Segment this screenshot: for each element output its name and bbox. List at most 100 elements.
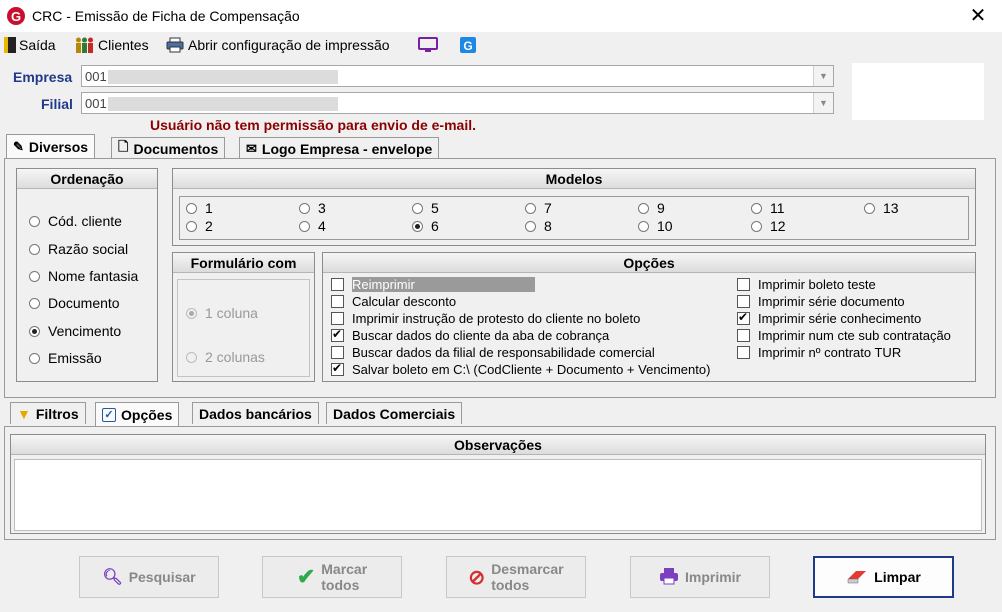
modelo-7-radio[interactable]: 7 (525, 200, 552, 216)
clients-people-icon (75, 37, 93, 53)
marcar-todos-button[interactable]: ✔ Marcar todos (262, 556, 402, 598)
observacoes-group: Observações (10, 434, 986, 534)
buscar-filial-comercial-checkbox[interactable]: Buscar dados da filial de responsabilida… (331, 344, 710, 361)
calcular-desconto-checkbox[interactable]: Calcular desconto (331, 293, 710, 310)
empresa-label: Empresa (13, 69, 73, 85)
close-window-button[interactable]: ✕ (966, 4, 990, 28)
buscar-cliente-cobranca-checkbox[interactable]: Buscar dados do cliente da aba de cobran… (331, 327, 710, 344)
opcoes-group: Opções Reimprimir Calcular desconto Impr… (322, 252, 976, 382)
svg-text:G: G (11, 9, 21, 24)
modelos-box: 1 3 5 7 9 11 13 2 4 6 8 10 12 (179, 196, 969, 240)
modelo-12-radio[interactable]: 12 (751, 218, 786, 234)
tab-documentos[interactable]: 🗋 Documentos (111, 137, 226, 159)
order-emissao-radio[interactable]: Emissão (29, 350, 102, 366)
reimprimir-checkbox[interactable]: Reimprimir (331, 276, 710, 293)
order-documento-radio[interactable]: Documento (29, 295, 120, 311)
modelo-4-radio[interactable]: 4 (299, 218, 326, 234)
printer-icon (166, 37, 184, 53)
app-g-button[interactable]: G (460, 35, 476, 55)
num-cte-sub-checkbox[interactable]: Imprimir num cte sub contratação (737, 327, 951, 344)
observacoes-textarea[interactable] (14, 459, 982, 531)
filial-label: Filial (41, 96, 73, 112)
serie-documento-checkbox[interactable]: Imprimir série documento (737, 293, 951, 310)
formulario-group: Formulário com 1 coluna 2 colunas (172, 252, 315, 382)
clients-button[interactable]: Clientes (75, 35, 149, 55)
formulario-box: 1 coluna 2 colunas (177, 279, 310, 377)
modelo-2-radio[interactable]: 2 (186, 218, 213, 234)
tab-diversos[interactable]: ✎ Diversos (6, 134, 96, 158)
modelo-13-radio[interactable]: 13 (864, 200, 899, 216)
pesquisar-label: Pesquisar (128, 569, 196, 585)
opcoes-left-list: Reimprimir Calcular desconto Imprimir in… (331, 276, 710, 378)
boleto-teste-checkbox[interactable]: Imprimir boleto teste (737, 276, 951, 293)
form-1-coluna-radio[interactable]: 1 coluna (186, 305, 258, 321)
modelo-5-radio[interactable]: 5 (412, 200, 439, 216)
marcar-label-1: Marcar (321, 561, 368, 577)
tab-opcoes[interactable]: ✓ Opções (95, 402, 180, 426)
empresa-redacted (108, 70, 338, 84)
marcar-label-2: todos (321, 577, 360, 593)
modelo-8-radio[interactable]: 8 (525, 218, 552, 234)
order-razao-social-radio[interactable]: Razão social (29, 241, 128, 257)
tab-dados-bancarios-label: Dados bancários (199, 405, 312, 422)
desmarcar-label-2: todos (491, 577, 530, 593)
tab-opcoes-label: Opções (121, 406, 173, 423)
exit-button[interactable]: Saída (4, 35, 56, 55)
imprimir-label: Imprimir (684, 569, 741, 585)
modelos-group: Modelos 1 3 5 7 9 11 13 2 4 6 8 10 12 (172, 168, 976, 246)
empresa-combo[interactable]: 001 ▼ (81, 65, 834, 87)
imprimir-protesto-checkbox[interactable]: Imprimir instrução de protesto do client… (331, 310, 710, 327)
filial-value: 001 (85, 96, 107, 111)
tab-diversos-label: Diversos (28, 138, 89, 155)
opcoes-title: Opções (323, 253, 975, 273)
imprimir-button[interactable]: Imprimir (630, 556, 770, 598)
order-nome-fantasia-radio[interactable]: Nome fantasia (29, 268, 138, 284)
tab-logo-empresa[interactable]: ✉ Logo Empresa - envelope (239, 137, 440, 159)
pencil-icon: ✎ (13, 138, 24, 154)
order-vencimento-radio[interactable]: Vencimento (29, 323, 121, 339)
exit-label: Saída (19, 37, 56, 53)
pesquisar-button[interactable]: 🔍︎ Pesquisar (79, 556, 219, 598)
company-logo-area (852, 63, 984, 120)
chevron-down-icon[interactable]: ▼ (813, 93, 833, 113)
search-icon: 🔍︎ (102, 569, 123, 586)
empresa-value: 001 (85, 69, 107, 84)
chevron-down-icon[interactable]: ▼ (813, 66, 833, 86)
exit-door-icon (4, 37, 16, 53)
filter-funnel-icon: ▼ (17, 405, 31, 422)
eraser-icon (846, 568, 868, 587)
permission-warning: Usuário não tem permissão para envio de … (150, 117, 476, 133)
contrato-tur-checkbox[interactable]: Imprimir nº contrato TUR (737, 344, 951, 361)
limpar-button[interactable]: Limpar (813, 556, 954, 598)
print-config-button[interactable]: Abrir configuração de impressão (166, 35, 390, 55)
order-cod-cliente-radio[interactable]: Cód. cliente (29, 213, 122, 229)
tab-dados-comerciais[interactable]: Dados Comerciais (326, 402, 463, 424)
printer-icon (659, 567, 679, 588)
g-logo-icon: G (460, 37, 476, 53)
limpar-label: Limpar (874, 569, 921, 585)
monitor-icon (418, 37, 438, 53)
observacoes-title: Observações (11, 435, 985, 455)
title-bar: G CRC - Emissão de Ficha de Compensação … (0, 0, 1002, 32)
modelo-3-radio[interactable]: 3 (299, 200, 326, 216)
salvar-boleto-checkbox[interactable]: Salvar boleto em C:\ (CodCliente + Docum… (331, 361, 710, 378)
tab-dados-bancarios[interactable]: Dados bancários (192, 402, 319, 424)
form-2-colunas-radio[interactable]: 2 colunas (186, 349, 265, 365)
modelo-9-radio[interactable]: 9 (638, 200, 665, 216)
modelo-11-radio[interactable]: 11 (751, 200, 785, 216)
checkmark-icon: ✔ (296, 564, 316, 589)
serie-conhecimento-checkbox[interactable]: Imprimir série conhecimento (737, 310, 951, 327)
tab-dados-comerciais-label: Dados Comerciais (333, 405, 456, 422)
print-config-label: Abrir configuração de impressão (188, 37, 390, 53)
ordenacao-title: Ordenação (17, 169, 157, 189)
filial-combo[interactable]: 001 ▼ (81, 92, 834, 114)
monitor-button[interactable] (418, 35, 438, 55)
modelo-1-radio[interactable]: 1 (186, 200, 213, 216)
tab-filtros[interactable]: ▼ Filtros (10, 402, 86, 424)
opcoes-right-list: Imprimir boleto teste Imprimir série doc… (737, 276, 951, 361)
window-title: CRC - Emissão de Ficha de Compensação (32, 8, 300, 24)
desmarcar-todos-button[interactable]: ⊘ Desmarcar todos (446, 556, 586, 598)
filial-redacted (108, 97, 338, 111)
modelo-6-radio[interactable]: 6 (412, 218, 439, 234)
modelo-10-radio[interactable]: 10 (638, 218, 673, 234)
